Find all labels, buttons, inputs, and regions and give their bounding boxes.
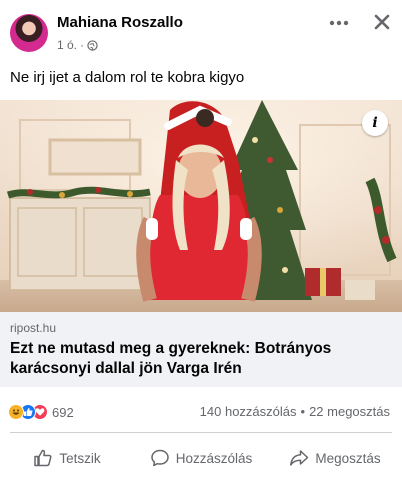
divider (10, 432, 392, 433)
link-domain: ripost.hu (10, 321, 57, 335)
comment-button[interactable]: Hozzászólás (134, 438, 268, 478)
facebook-post: Mahiana Roszallo 1 ó. · Ne irj ijet a da… (0, 0, 402, 482)
share-count[interactable]: 22 megosztás (309, 404, 390, 419)
close-button[interactable] (368, 8, 396, 36)
share-button[interactable]: Megosztás (268, 438, 402, 478)
meta-separator: · (80, 38, 85, 52)
post-text: Ne irj ijet a dalom rol te kobra kigyo (10, 69, 245, 86)
post-actions: Tetszik Hozzászólás Megosztás (0, 438, 402, 478)
stats-dot: • (300, 404, 306, 419)
link-preview[interactable]: ripost.hu Ezt ne mutasd meg a gyereknek:… (0, 312, 402, 387)
link-preview-image[interactable] (0, 100, 402, 312)
author-name[interactable]: Mahiana Roszallo (57, 14, 183, 31)
christmas-photo (0, 100, 402, 312)
more-dots-icon (329, 20, 349, 26)
more-options-button[interactable] (322, 12, 356, 34)
thumbs-up-icon (34, 449, 52, 467)
haha-reaction-icon (8, 404, 24, 420)
info-icon: i (372, 115, 378, 131)
share-arrow-icon (290, 450, 309, 466)
post-header: Mahiana Roszallo 1 ó. · (0, 0, 402, 62)
comment-count[interactable]: 140 hozzászólás (200, 404, 297, 419)
like-label: Tetszik (59, 450, 101, 466)
reaction-count: 692 (52, 404, 74, 420)
post-time[interactable]: 1 ó. (57, 38, 77, 52)
comment-bubble-icon (150, 449, 169, 467)
share-label: Megosztás (315, 450, 381, 466)
link-title[interactable]: Ezt ne mutasd meg a gyereknek: Botrányos… (10, 339, 390, 379)
close-icon (374, 14, 390, 30)
like-button[interactable]: Tetszik (0, 438, 134, 478)
globe-icon[interactable] (87, 39, 98, 51)
comment-label: Hozzászólás (175, 450, 253, 466)
engagement-counts: 140 hozzászólás • 22 megosztás (200, 404, 390, 419)
post-stats: 692 140 hozzászólás • 22 megosztás (0, 395, 402, 427)
reactions-summary[interactable]: 692 (8, 403, 74, 421)
post-meta: 1 ó. · (57, 38, 98, 52)
author-avatar[interactable] (10, 14, 48, 52)
info-button[interactable]: i (362, 110, 388, 136)
